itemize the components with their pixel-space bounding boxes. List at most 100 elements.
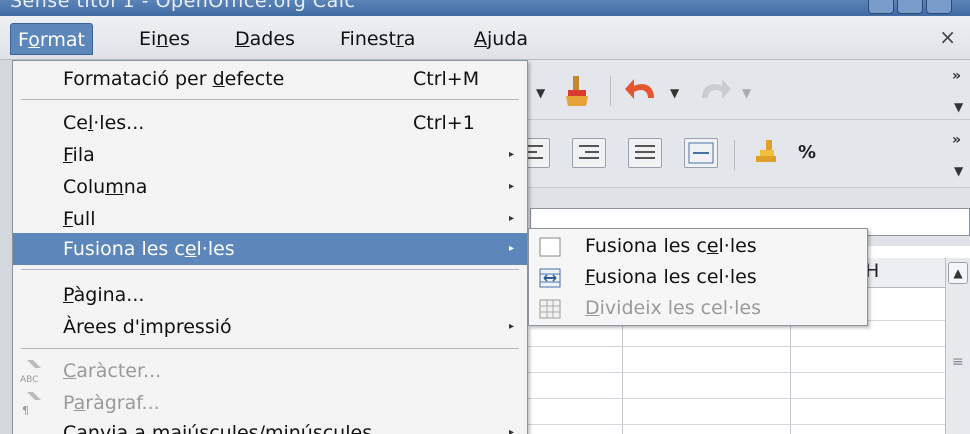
vertical-scrollbar[interactable]: ▲ ≡ — [945, 258, 970, 434]
menu-item-column[interactable]: Columna ▸ — [13, 171, 527, 203]
toolbar-overflow-icon[interactable]: » — [952, 68, 961, 84]
submenu-arrow-icon: ▸ — [509, 427, 515, 434]
menu-ajuda-mnemonic: A — [474, 28, 487, 50]
menu-item-row[interactable]: Fila ▸ — [13, 139, 527, 171]
menu-item-default-formatting[interactable]: Formatació per defecte Ctrl+M — [13, 63, 527, 95]
close-window-button[interactable] — [926, 0, 952, 14]
minimize-button[interactable] — [868, 0, 894, 14]
menu-item-paragraph[interactable]: ¶ Paràgraf... — [13, 387, 527, 419]
mnemonic: m — [105, 176, 124, 198]
toolbar-options-icon[interactable]: ▼ — [954, 100, 963, 114]
maximize-button[interactable] — [897, 0, 923, 14]
menu-dades-mnemonic: D — [235, 28, 250, 50]
menu-dades-label-b: ades — [249, 28, 295, 50]
align-right-button[interactable] — [572, 138, 606, 168]
menu-item-sheet[interactable]: Full ▸ — [13, 203, 527, 235]
label-part: ull — [72, 208, 96, 230]
menu-item-label: Caràcter... — [63, 355, 161, 387]
menu-eines-label-b: es — [168, 28, 190, 50]
menu-separator — [21, 348, 519, 349]
label-part: aràcter... — [76, 360, 162, 382]
menu-item-merge-cells[interactable]: Fusiona les cel·les ▸ — [13, 233, 527, 265]
menu-item-print-ranges[interactable]: Àrees d'impressió ▸ — [13, 311, 527, 343]
menu-format[interactable]: Format — [10, 23, 93, 55]
toolbar-options-icon[interactable]: ▼ — [954, 164, 963, 178]
clone-formatting-brush-icon[interactable] — [562, 74, 592, 113]
menu-item-cells[interactable]: Cel·les... Ctrl+1 — [13, 107, 527, 139]
menu-item-label: Full — [63, 203, 96, 235]
menu-item-label: Pàgina... — [63, 279, 144, 311]
label-part: l·les — [718, 235, 757, 257]
menu-finestra-mnemonic: r — [395, 28, 404, 50]
window-titlebar: Sense títol 1 - OpenOffice.org Calc — [0, 0, 970, 16]
shortcut-label: Ctrl+1 — [413, 112, 475, 134]
undo-dropdown-icon[interactable]: ▼ — [670, 86, 679, 100]
menu-item-label: Paràgraf... — [63, 387, 160, 419]
menu-item-label: Fusiona les cel·les — [63, 233, 235, 265]
submenu-arrow-icon: ▸ — [509, 181, 515, 192]
label-part: Àrees d' — [63, 316, 140, 338]
toolbar-separator — [734, 140, 735, 170]
menu-dades[interactable]: Dades — [228, 23, 302, 55]
submenu-arrow-icon: ▸ — [509, 213, 515, 224]
menu-ajuda-label-b: juda — [487, 28, 529, 50]
label-part: Fusiona les c — [585, 235, 707, 257]
submenu-item-split-cells[interactable]: Divideix les cel·les — [529, 293, 867, 323]
label-part: na — [123, 176, 148, 198]
submenu-item-label: Fusiona les cel·les — [585, 262, 757, 292]
menu-separator — [21, 269, 519, 270]
merge-cells-submenu: Fusiona les cel·les Fusiona les cel·les … — [528, 228, 868, 326]
mnemonic: e — [706, 235, 719, 257]
menu-separator — [21, 99, 519, 100]
shortcut-label: Ctrl+M — [413, 68, 480, 90]
menu-finestra[interactable]: Finestra — [333, 23, 422, 55]
label-part: P — [63, 392, 74, 414]
label-part: Formatació per — [63, 68, 213, 90]
label-part: Fusiona les c — [63, 238, 185, 260]
menu-ajuda[interactable]: Ajuda — [467, 23, 535, 55]
menu-item-change-case[interactable]: Canvia a majúscules/minúscules ▸ — [13, 417, 527, 434]
split-cells-icon — [539, 298, 561, 319]
label-part: mpressió — [145, 316, 232, 338]
character-icon-label: ABC — [20, 375, 38, 384]
menu-item-label: Columna — [63, 171, 147, 203]
scroll-up-button[interactable]: ▲ — [948, 262, 968, 284]
menu-eines[interactable]: Eines — [132, 23, 197, 55]
percent-format-button[interactable]: % — [798, 142, 816, 163]
standard-toolbar: ▼ ▼ ▼ » ▼ — [500, 60, 970, 120]
currency-format-icon[interactable] — [752, 138, 782, 173]
mnemonic: C — [63, 360, 77, 382]
label-part: usiona les cel·les — [594, 266, 757, 288]
submenu-arrow-icon: ▸ — [509, 149, 515, 160]
close-document-icon[interactable]: × — [939, 25, 956, 49]
merge-cells-icon — [539, 267, 561, 288]
grid-line — [500, 424, 945, 425]
submenu-arrow-icon: ▸ — [509, 321, 515, 332]
toolbar-overflow-icon[interactable]: » — [952, 132, 961, 148]
toolbar-separator — [610, 76, 611, 106]
scroll-grip-icon[interactable]: ≡ — [952, 354, 964, 370]
menu-item-label: Fila — [63, 139, 95, 171]
label-part: ràgraf... — [85, 392, 160, 414]
label-part: Ce — [63, 112, 88, 134]
menu-item-character[interactable]: ABC Caràcter... — [13, 355, 527, 387]
merge-cells-button[interactable] — [684, 138, 718, 168]
label-part: ·les... — [93, 112, 145, 134]
submenu-item-merge-cells[interactable]: Fusiona les cel·les — [529, 231, 867, 261]
menu-finestra-label-a: Finest — [340, 28, 396, 50]
dropdown-arrow-icon[interactable]: ▼ — [536, 86, 545, 100]
grid-line — [500, 372, 945, 373]
label-part: ivideix les cel·les — [599, 297, 761, 319]
mnemonic: P — [63, 284, 74, 306]
grid-line — [500, 398, 945, 399]
justify-button[interactable] — [628, 138, 662, 168]
mnemonic: e — [184, 238, 197, 260]
menu-format-label-a: F — [18, 29, 29, 51]
undo-icon[interactable] — [624, 74, 660, 109]
mnemonic: D — [585, 297, 600, 319]
submenu-item-merge-and-center[interactable]: Fusiona les cel·les — [529, 262, 867, 292]
submenu-item-label: Divideix les cel·les — [585, 293, 761, 323]
menu-item-page[interactable]: Pàgina... — [13, 279, 527, 311]
menu-eines-mnemonic: n — [156, 28, 169, 50]
mnemonic: F — [63, 208, 73, 230]
